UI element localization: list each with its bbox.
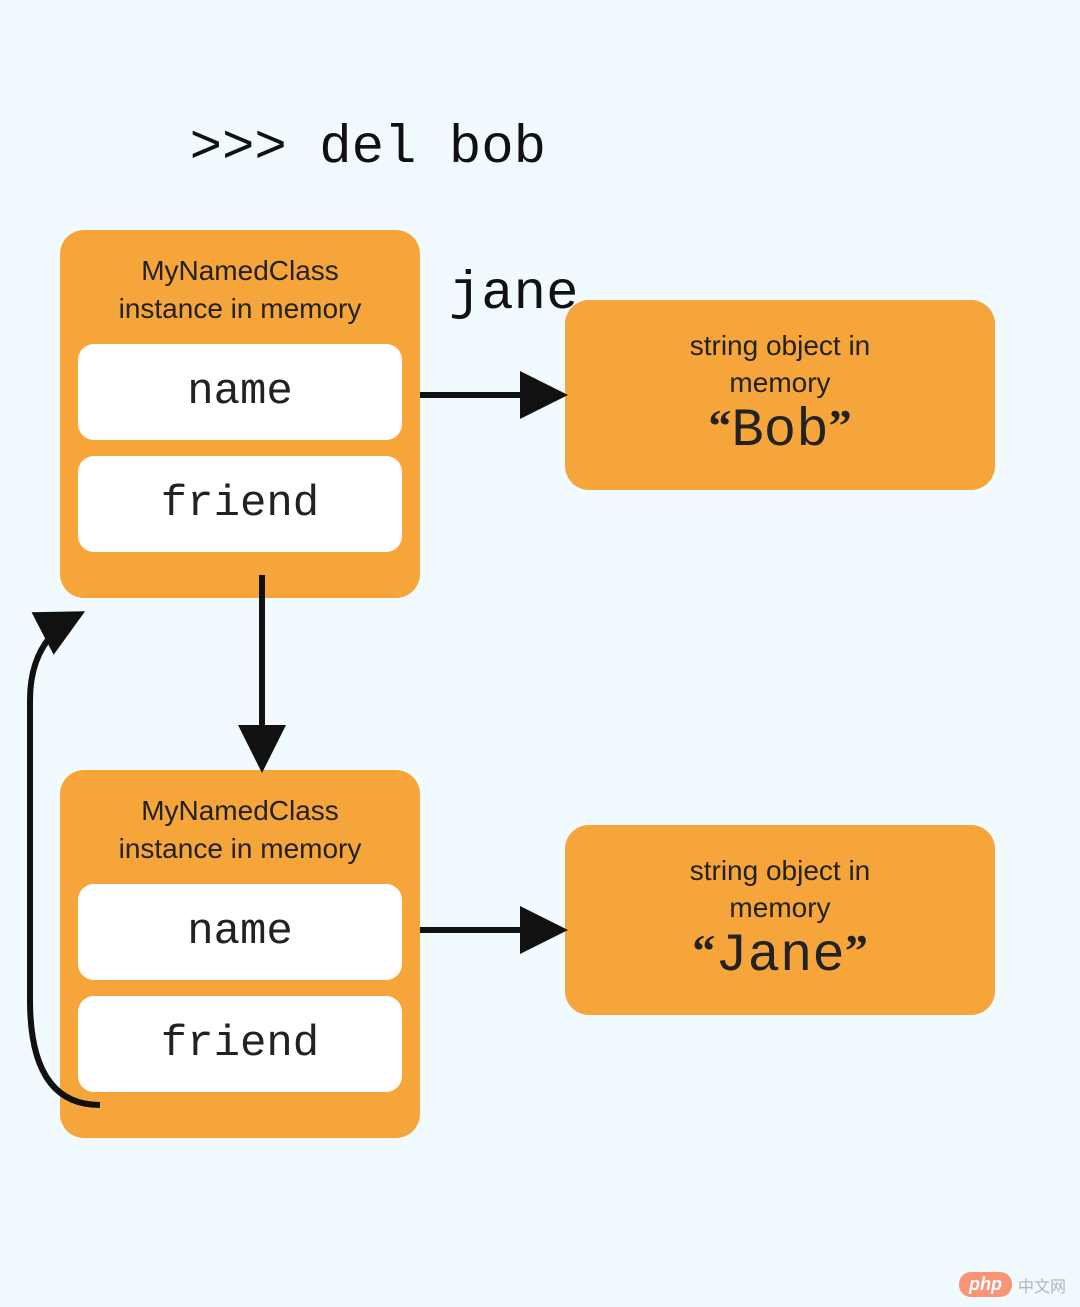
close-quote-icon: ”: [845, 924, 868, 977]
code-line-1: >>> del bob: [190, 118, 546, 179]
instance-box-header: MyNamedClass instance in memory: [78, 252, 402, 328]
close-quote-icon: ”: [829, 399, 852, 452]
string-value: “Jane”: [692, 926, 868, 987]
instance-box-bob: MyNamedClass instance in memory name fri…: [60, 230, 420, 598]
attr-name: name: [78, 884, 402, 980]
string-label: string object in memory: [690, 328, 871, 401]
string-label-l1: string object in: [690, 855, 871, 886]
instance-title-l1: MyNamedClass: [141, 795, 339, 826]
open-quote-icon: “: [708, 399, 731, 452]
diagram-canvas: >>> del bob >>> del jane MyNamedClass in…: [0, 0, 1080, 1307]
string-label-l1: string object in: [690, 330, 871, 361]
watermark-pill: php: [959, 1272, 1012, 1297]
attr-friend: friend: [78, 456, 402, 552]
attr-name: name: [78, 344, 402, 440]
watermark-text: 中文网: [1018, 1273, 1066, 1297]
open-quote-icon: “: [692, 924, 715, 977]
instance-box-header: MyNamedClass instance in memory: [78, 792, 402, 868]
instance-title-l2: instance in memory: [119, 833, 362, 864]
string-value: “Bob”: [708, 401, 851, 462]
string-box-bob: string object in memory “Bob”: [565, 300, 995, 490]
watermark: php 中文网: [959, 1272, 1066, 1297]
instance-title-l2: instance in memory: [119, 293, 362, 324]
instance-box-jane: MyNamedClass instance in memory name fri…: [60, 770, 420, 1138]
string-label: string object in memory: [690, 853, 871, 926]
instance-title-l1: MyNamedClass: [141, 255, 339, 286]
attr-friend: friend: [78, 996, 402, 1092]
string-box-jane: string object in memory “Jane”: [565, 825, 995, 1015]
string-label-l2: memory: [729, 892, 830, 923]
string-label-l2: memory: [729, 367, 830, 398]
